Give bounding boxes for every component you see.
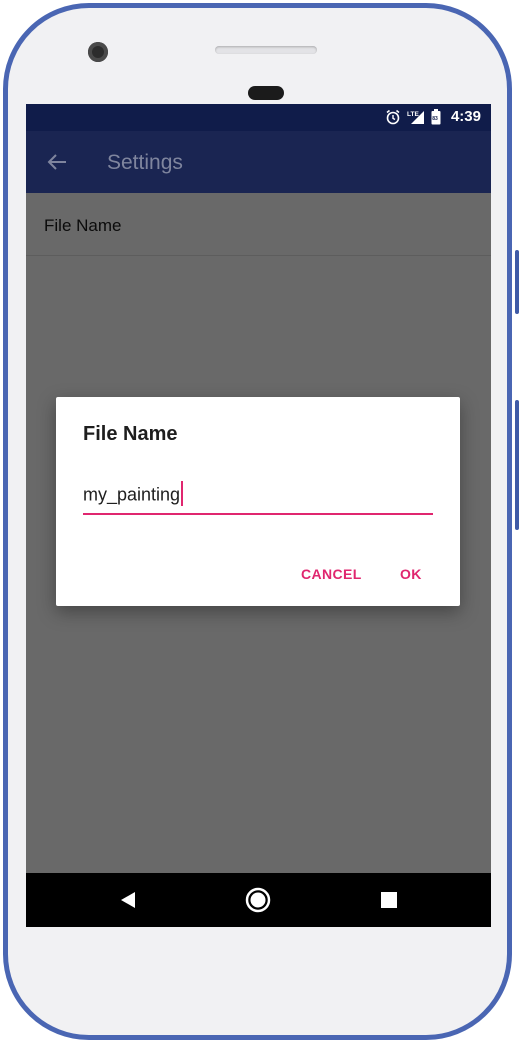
file-name-input[interactable]: my_painting [83, 481, 433, 515]
recents-square-icon[interactable] [381, 892, 397, 908]
status-time: 4:39 [450, 108, 481, 125]
lte-signal-icon: LTE [407, 109, 425, 125]
earpiece-speaker [215, 46, 317, 54]
home-circle-icon[interactable] [245, 887, 271, 918]
device-screen: LTE 83 4:39 Settings File Name File Name [26, 104, 491, 927]
back-triangle-icon[interactable] [119, 890, 137, 915]
ok-button[interactable]: OK [400, 566, 422, 582]
settings-item-label: File Name [44, 216, 122, 235]
proximity-sensor [248, 86, 284, 100]
text-cursor [181, 481, 184, 506]
alarm-icon [385, 109, 401, 125]
navigation-bar [26, 873, 491, 927]
settings-item-file-name[interactable]: File Name [26, 193, 491, 256]
svg-text:83: 83 [432, 116, 438, 122]
page-title: Settings [107, 151, 183, 174]
battery-icon: 83 [431, 108, 441, 125]
status-bar: LTE 83 4:39 [26, 104, 491, 131]
arrow-left-icon[interactable] [46, 151, 68, 173]
cancel-button[interactable]: CANCEL [301, 566, 362, 582]
volume-button [515, 250, 519, 314]
front-camera [88, 42, 108, 62]
app-bar: Settings [26, 131, 491, 193]
dialog-title: File Name [83, 423, 178, 445]
file-name-dialog: File Name my_painting CANCEL OK [56, 397, 460, 606]
svg-text:LTE: LTE [407, 111, 419, 118]
power-button [515, 400, 519, 530]
file-name-input-value: my_painting [83, 484, 181, 505]
